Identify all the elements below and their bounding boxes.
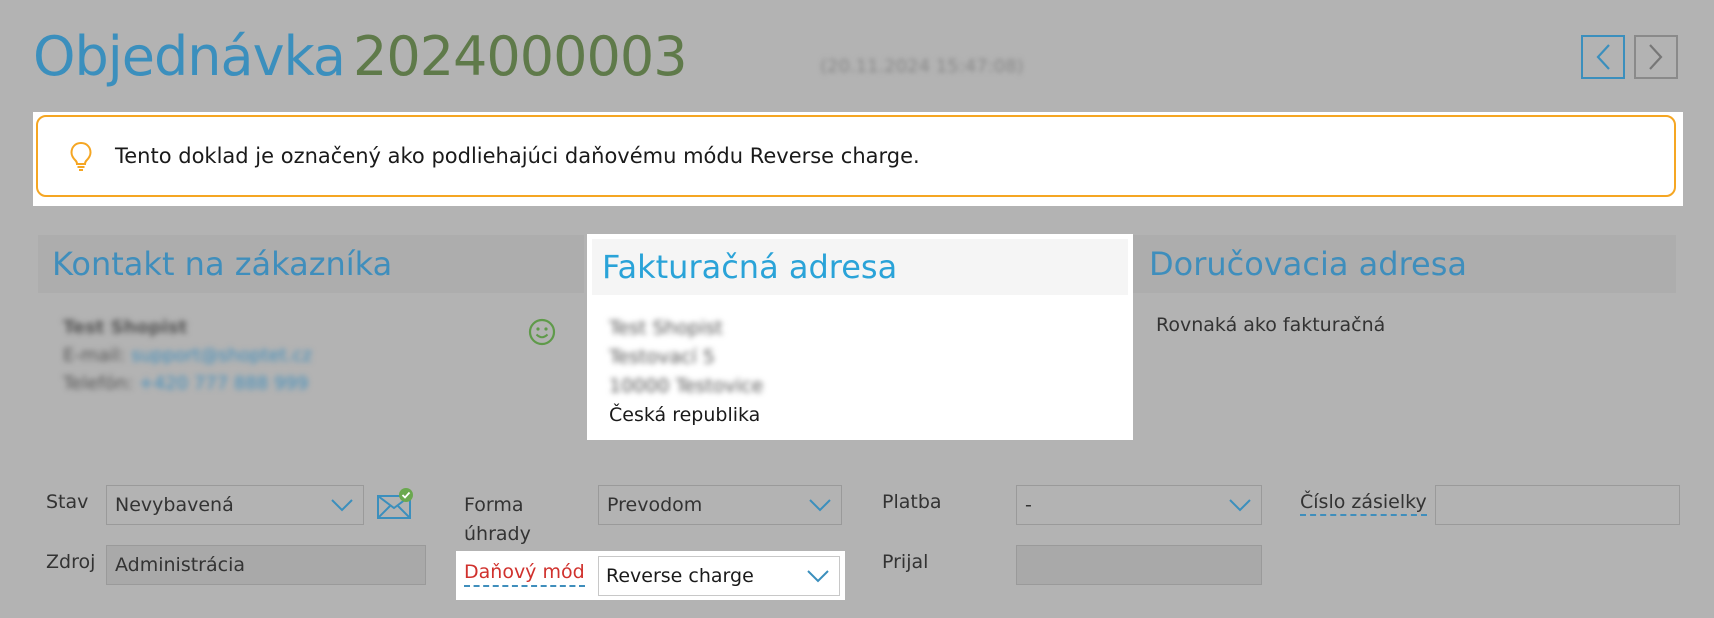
notice-text: Tento doklad je označený ako podliehajúc… bbox=[115, 144, 920, 168]
tax-mode-highlight: Daňový mód Reverse charge bbox=[456, 551, 845, 600]
page-title: Objednávka 2024000003 bbox=[33, 22, 688, 92]
tax-mode-value: Reverse charge bbox=[606, 565, 754, 587]
shipment-number-label[interactable]: Číslo zásielky bbox=[1300, 491, 1427, 516]
billing-name: Test Shopist bbox=[609, 317, 723, 339]
previous-order-button[interactable] bbox=[1581, 35, 1625, 79]
reverse-charge-notice: Tento doklad je označený ako podliehajúc… bbox=[33, 112, 1683, 206]
payment-form-value: Prevodom bbox=[607, 494, 703, 516]
shipment-number-input[interactable] bbox=[1435, 485, 1680, 525]
order-number: 2024000003 bbox=[352, 25, 688, 88]
payment-form-label: Forma úhrady bbox=[464, 491, 531, 549]
contact-section-heading: Kontakt na zákazníka bbox=[38, 235, 584, 293]
order-datetime: (20.11.2024 15:47:08) bbox=[820, 56, 1024, 77]
source-label: Zdroj bbox=[46, 551, 96, 573]
received-by-field bbox=[1016, 545, 1262, 585]
received-by-label: Prijal bbox=[882, 551, 929, 573]
billing-address-lines: Test Shopist Testovací 5 10000 Testovice… bbox=[609, 314, 763, 430]
next-order-button[interactable] bbox=[1634, 35, 1678, 79]
billing-address-card: Fakturačná adresa Test Shopist Testovací… bbox=[587, 234, 1133, 440]
chevron-down-icon bbox=[807, 570, 829, 583]
chevron-down-icon bbox=[331, 499, 353, 512]
contact-details: Test Shopist E-mail: support@shoptet.cz … bbox=[63, 314, 312, 398]
shipment-number-label-text: Číslo zásielky bbox=[1300, 491, 1427, 516]
billing-city: 10000 Testovice bbox=[609, 375, 764, 397]
payment-form-label-1: Forma bbox=[464, 494, 524, 516]
chevron-down-icon bbox=[1229, 499, 1251, 512]
payment-label: Platba bbox=[882, 491, 942, 513]
lightbulb-icon bbox=[69, 141, 93, 171]
tax-mode-label[interactable]: Daňový mód bbox=[464, 561, 585, 587]
delivery-title: Doručovacia adresa bbox=[1149, 245, 1467, 283]
delivery-address-text: Rovnaká ako fakturačná bbox=[1156, 314, 1386, 336]
status-value: Nevybavená bbox=[115, 494, 234, 516]
chevron-left-icon bbox=[1596, 44, 1610, 70]
status-select[interactable]: Nevybavená bbox=[106, 485, 364, 525]
email-notification-icon[interactable] bbox=[376, 487, 416, 521]
payment-form-label-2: úhrady bbox=[464, 523, 531, 545]
phone-link[interactable]: +420 777 888 999 bbox=[139, 373, 309, 394]
payment-select[interactable]: - bbox=[1016, 485, 1262, 525]
payment-form-select[interactable]: Prevodom bbox=[598, 485, 842, 525]
payment-value: - bbox=[1025, 494, 1032, 516]
billing-street: Testovací 5 bbox=[609, 346, 715, 368]
contact-name: Test Shopist bbox=[63, 317, 188, 338]
billing-title: Fakturačná adresa bbox=[602, 248, 898, 286]
status-label: Stav bbox=[46, 491, 89, 513]
delivery-section-heading: Doručovacia adresa bbox=[1133, 235, 1676, 293]
chevron-down-icon bbox=[809, 499, 831, 512]
billing-country: Česká republika bbox=[609, 404, 761, 426]
source-field: Administrácia bbox=[106, 545, 426, 585]
email-link[interactable]: support@shoptet.cz bbox=[131, 345, 312, 366]
phone-label: Telefón: bbox=[63, 373, 133, 394]
title-word: Objednávka bbox=[33, 25, 346, 88]
tax-mode-select[interactable]: Reverse charge bbox=[598, 556, 840, 596]
smiley-icon[interactable] bbox=[527, 317, 557, 347]
chevron-right-icon bbox=[1649, 44, 1663, 70]
notice-box: Tento doklad je označený ako podliehajúc… bbox=[36, 115, 1676, 197]
contact-title: Kontakt na zákazníka bbox=[52, 245, 393, 283]
source-value: Administrácia bbox=[115, 554, 246, 576]
email-label: E-mail: bbox=[63, 345, 126, 366]
billing-address-heading: Fakturačná adresa bbox=[592, 239, 1128, 295]
